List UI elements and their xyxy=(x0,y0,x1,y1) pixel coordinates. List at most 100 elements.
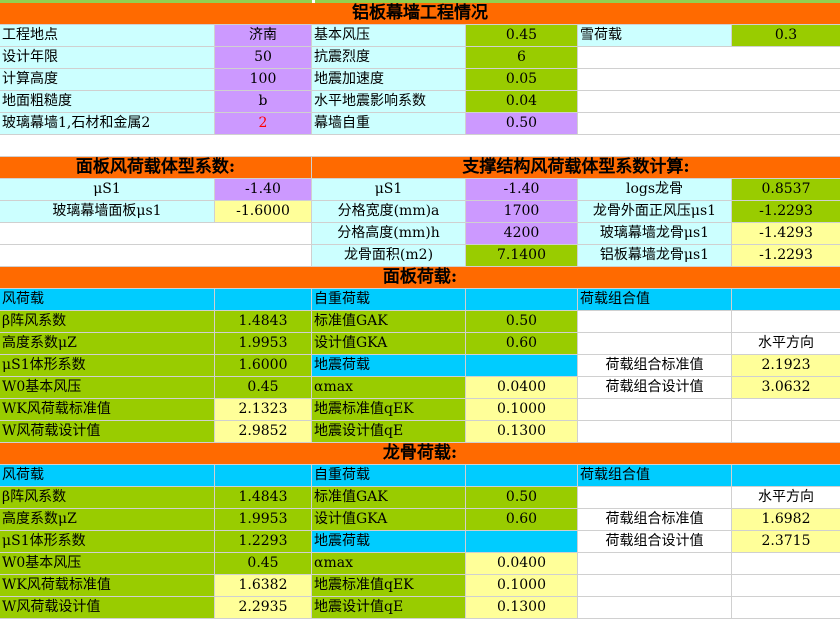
empty-cell[interactable] xyxy=(0,245,312,267)
accel-value[interactable]: 0.05 xyxy=(466,69,578,91)
panel-cell-c[interactable]: αmax xyxy=(312,377,466,399)
panel-cell-d[interactable]: 0.0400 xyxy=(466,377,578,399)
panel-cell-b[interactable]: 0.45 xyxy=(215,377,312,399)
panel-cell-f[interactable] xyxy=(732,399,840,421)
glass-panel-mus1-label[interactable]: 玻璃幕墙面板μs1 xyxy=(0,201,215,223)
site-value[interactable]: 济南 xyxy=(215,25,312,47)
panel-cell-b[interactable]: 1.6000 xyxy=(215,355,312,377)
frame-cell-e[interactable] xyxy=(578,553,732,575)
frame-outer-pressure-label[interactable]: 龙骨外面正风压μs1 xyxy=(578,201,732,223)
panel-wind-header[interactable]: 风荷载 xyxy=(0,289,215,311)
panel-cell-e[interactable] xyxy=(578,311,732,333)
frame-cell-a[interactable]: W0基本风压 xyxy=(0,553,215,575)
frame-cell-c[interactable]: 设计值GKA xyxy=(312,509,466,531)
frame-cell-f[interactable] xyxy=(732,553,840,575)
frame-outer-pressure-value[interactable]: -1.2293 xyxy=(732,201,840,223)
panel-cell-f[interactable]: 水平方向 xyxy=(732,333,840,355)
wall-type-value[interactable]: 2 xyxy=(215,113,312,135)
frame-cell-e[interactable]: 荷载组合标准值 xyxy=(578,509,732,531)
panel-cell-d[interactable] xyxy=(466,355,578,377)
panel-cell-f[interactable]: 2.1923 xyxy=(732,355,840,377)
roughness-label[interactable]: 地面粗糙度 xyxy=(0,91,215,113)
frame-area-label[interactable]: 龙骨面积(m2) xyxy=(312,245,466,267)
frame-cell-a[interactable]: μS1体形系数 xyxy=(0,531,215,553)
seismic-label[interactable]: 抗震烈度 xyxy=(312,47,466,69)
empty-cell[interactable] xyxy=(732,465,840,487)
empty-cell[interactable] xyxy=(578,91,840,113)
frame-cell-e[interactable] xyxy=(578,597,732,619)
wind-label[interactable]: 基本风压 xyxy=(312,25,466,47)
frame-self-header[interactable]: 自重荷载 xyxy=(312,465,466,487)
frame-cell-f[interactable]: 2.3715 xyxy=(732,531,840,553)
horizontal-seismic-value[interactable]: 0.04 xyxy=(466,91,578,113)
snow-label[interactable]: 雪荷载 xyxy=(578,25,732,47)
mus1-label[interactable]: μS1 xyxy=(0,179,215,201)
logs-label[interactable]: logs龙骨 xyxy=(578,179,732,201)
accel-label[interactable]: 地震加速度 xyxy=(312,69,466,91)
frame-cell-c[interactable]: 地震标准值qEK xyxy=(312,575,466,597)
support-shape-title[interactable]: 支撑结构风荷载体型系数计算: xyxy=(312,157,840,179)
frame-wind-header[interactable]: 风荷载 xyxy=(0,465,215,487)
support-mus1-value[interactable]: -1.40 xyxy=(466,179,578,201)
panel-cell-a[interactable]: WK风荷载标准值 xyxy=(0,399,215,421)
panel-combo-header[interactable]: 荷载组合值 xyxy=(578,289,732,311)
panel-cell-b[interactable]: 1.9953 xyxy=(215,333,312,355)
panel-cell-c[interactable]: 地震设计值qE xyxy=(312,421,466,443)
frame-cell-a[interactable]: W风荷载设计值 xyxy=(0,597,215,619)
panel-cell-a[interactable]: 高度系数μZ xyxy=(0,333,215,355)
sheet-title[interactable]: 铝板幕墙工程情况 xyxy=(0,3,840,25)
grid-width-value[interactable]: 1700 xyxy=(466,201,578,223)
wind-value[interactable]: 0.45 xyxy=(466,25,578,47)
panel-cell-e[interactable] xyxy=(578,421,732,443)
frame-cell-e[interactable]: 荷载组合设计值 xyxy=(578,531,732,553)
panel-cell-c[interactable]: 地震标准值qEK xyxy=(312,399,466,421)
panel-cell-c[interactable]: 标准值GAK xyxy=(312,311,466,333)
frame-load-title[interactable]: 龙骨荷载: xyxy=(0,443,840,465)
snow-value[interactable]: 0.3 xyxy=(732,25,840,47)
frame-cell-d[interactable]: 0.1000 xyxy=(466,575,578,597)
frame-cell-f[interactable]: 水平方向 xyxy=(732,487,840,509)
frame-cell-c[interactable]: 地震荷载 xyxy=(312,531,466,553)
grid-width-label[interactable]: 分格宽度(mm)a xyxy=(312,201,466,223)
frame-cell-a[interactable]: WK风荷载标准值 xyxy=(0,575,215,597)
frame-cell-d[interactable]: 0.0400 xyxy=(466,553,578,575)
empty-cell[interactable] xyxy=(578,47,840,69)
support-mus1-label[interactable]: μS1 xyxy=(312,179,466,201)
grid-height-value[interactable]: 4200 xyxy=(466,223,578,245)
panel-cell-a[interactable]: μS1体形系数 xyxy=(0,355,215,377)
frame-cell-d[interactable]: 0.60 xyxy=(466,509,578,531)
panel-cell-e[interactable]: 荷载组合设计值 xyxy=(578,377,732,399)
frame-cell-d[interactable] xyxy=(466,531,578,553)
years-value[interactable]: 50 xyxy=(215,47,312,69)
horizontal-seismic-label[interactable]: 水平地震影响系数 xyxy=(312,91,466,113)
panel-self-header[interactable]: 自重荷载 xyxy=(312,289,466,311)
wall-type-label[interactable]: 玻璃幕墙1,石材和金属2 xyxy=(0,113,215,135)
panel-cell-a[interactable]: W风荷载设计值 xyxy=(0,421,215,443)
panel-cell-b[interactable]: 2.9852 xyxy=(215,421,312,443)
empty-cell[interactable] xyxy=(0,223,312,245)
aluminum-frame-mus1-value[interactable]: -1.2293 xyxy=(732,245,840,267)
panel-cell-c[interactable]: 地震荷载 xyxy=(312,355,466,377)
frame-cell-b[interactable]: 1.9953 xyxy=(215,509,312,531)
height-value[interactable]: 100 xyxy=(215,69,312,91)
panel-cell-e[interactable] xyxy=(578,399,732,421)
self-weight-label[interactable]: 幕墙自重 xyxy=(312,113,466,135)
roughness-value[interactable]: b xyxy=(215,91,312,113)
glass-frame-mus1-value[interactable]: -1.4293 xyxy=(732,223,840,245)
logs-value[interactable]: 0.8537 xyxy=(732,179,840,201)
panel-cell-b[interactable]: 2.1323 xyxy=(215,399,312,421)
frame-area-value[interactable]: 7.1400 xyxy=(466,245,578,267)
frame-cell-f[interactable] xyxy=(732,597,840,619)
panel-cell-b[interactable]: 1.4843 xyxy=(215,311,312,333)
frame-cell-a[interactable]: 高度系数μZ xyxy=(0,509,215,531)
frame-cell-e[interactable] xyxy=(578,487,732,509)
empty-cell[interactable] xyxy=(466,289,578,311)
glass-frame-mus1-label[interactable]: 玻璃幕墙龙骨μs1 xyxy=(578,223,732,245)
panel-cell-a[interactable]: β阵风系数 xyxy=(0,311,215,333)
panel-cell-f[interactable] xyxy=(732,421,840,443)
empty-cell[interactable] xyxy=(578,113,840,135)
seismic-value[interactable]: 6 xyxy=(466,47,578,69)
panel-cell-f[interactable] xyxy=(732,311,840,333)
frame-cell-c[interactable]: 地震设计值qE xyxy=(312,597,466,619)
frame-cell-a[interactable]: β阵风系数 xyxy=(0,487,215,509)
